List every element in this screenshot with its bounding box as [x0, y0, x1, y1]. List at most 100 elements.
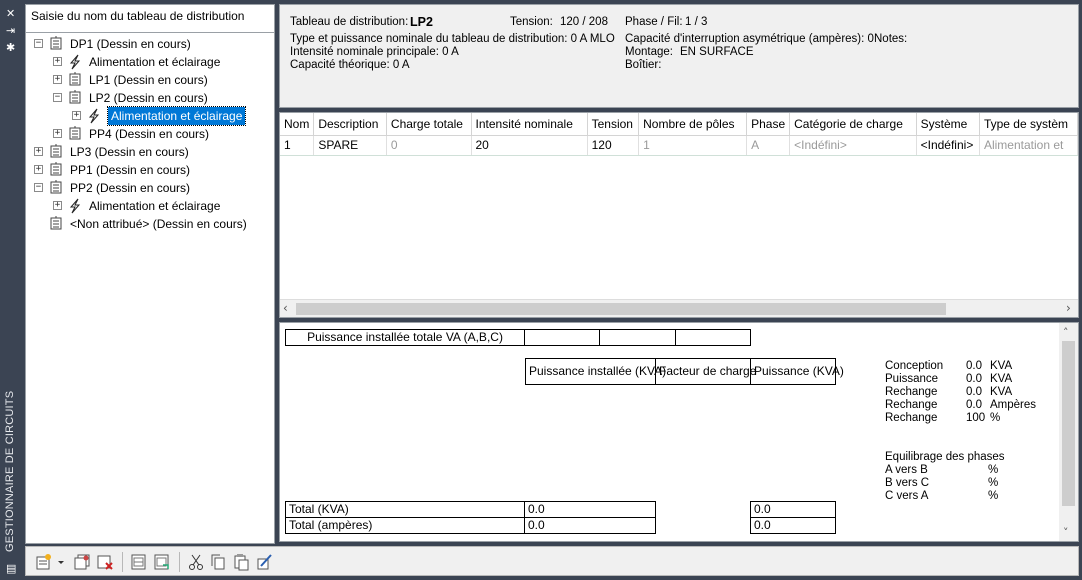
- tree-item-panel[interactable]: − PP2 (Dessin en cours): [26, 179, 274, 197]
- table-cell[interactable]: 20: [471, 135, 588, 156]
- scroll-down-icon[interactable]: ˅: [1063, 526, 1069, 539]
- new-panel-icon[interactable]: [35, 553, 53, 571]
- installed-total-c: [675, 329, 751, 346]
- horizontal-scrollbar[interactable]: ‹ ›: [280, 299, 1078, 317]
- panel-icon: [68, 90, 82, 104]
- expand-icon[interactable]: +: [53, 129, 62, 138]
- scroll-left-icon[interactable]: ‹: [283, 301, 288, 315]
- stat-value: 0.0: [966, 360, 982, 372]
- column-header[interactable]: Nombre de pôles: [638, 113, 748, 136]
- total-amp-label: Total (ampères): [285, 517, 525, 534]
- schedule-update-icon[interactable]: [153, 553, 171, 571]
- edit-properties-icon[interactable]: [255, 553, 273, 571]
- copy-panel-icon[interactable]: [73, 553, 91, 571]
- table-cell[interactable]: 1: [280, 135, 315, 156]
- tree-item-panel[interactable]: <Non attribué> (Dessin en cours): [26, 215, 274, 233]
- cut-icon[interactable]: [187, 553, 205, 571]
- table-cell[interactable]: 1: [638, 135, 748, 156]
- horizontal-scroll-thumb[interactable]: [296, 303, 946, 315]
- paste-icon[interactable]: [232, 553, 250, 571]
- stat-unit: KVA: [990, 373, 1013, 385]
- settings-icon[interactable]: ✱: [6, 42, 15, 53]
- delete-panel-icon[interactable]: [96, 553, 114, 571]
- tree-item-power-lighting[interactable]: + Alimentation et éclairage: [26, 197, 274, 215]
- tree-item-label: DP1 (Dessin en cours): [70, 37, 191, 51]
- auto-hide-icon[interactable]: ⇥: [6, 25, 15, 36]
- balance-label: A vers B: [885, 464, 928, 476]
- expand-icon[interactable]: +: [53, 57, 62, 66]
- tension-label: Tension:: [510, 16, 553, 28]
- collapse-icon[interactable]: −: [34, 39, 43, 48]
- column-header[interactable]: Nom: [280, 113, 315, 136]
- panel-tree: Saisie du nom du tableau de distribution…: [25, 4, 275, 544]
- panel-name-search-input[interactable]: Saisie du nom du tableau de distribution: [26, 5, 274, 33]
- tree-item-panel[interactable]: − LP2 (Dessin en cours): [26, 89, 274, 107]
- table-cell[interactable]: SPARE: [313, 135, 387, 156]
- column-header[interactable]: Phase: [746, 113, 791, 136]
- close-icon[interactable]: ✕: [6, 8, 15, 19]
- dropdown-arrow-icon[interactable]: [56, 553, 66, 571]
- table-cell[interactable]: Alimentation et: [979, 135, 1078, 156]
- stat-value: 0.0: [966, 373, 982, 385]
- panel-icon: [49, 162, 63, 176]
- stat-label: Rechange: [885, 412, 938, 424]
- balance-label: C vers A: [885, 490, 929, 502]
- stat-label: Conception: [885, 360, 944, 372]
- total-amp-power: 0.0: [750, 517, 836, 534]
- table-cell[interactable]: <Indéfini>: [916, 135, 980, 156]
- tree-item-power-lighting[interactable]: + Alimentation et éclairage: [26, 106, 274, 126]
- schedule-icon[interactable]: [130, 553, 148, 571]
- stat-value: 0.0: [966, 399, 982, 411]
- copy-icon[interactable]: [209, 553, 227, 571]
- column-header[interactable]: Catégorie de charge: [789, 113, 917, 136]
- table-cell[interactable]: 120: [587, 135, 640, 156]
- table-cell[interactable]: <Indéfini>: [789, 135, 917, 156]
- tree-item-label: <Non attribué> (Dessin en cours): [70, 217, 247, 231]
- notes-label: Notes:: [874, 33, 908, 45]
- column-header[interactable]: Type de systèm: [979, 113, 1078, 136]
- panel-icon: [68, 126, 82, 140]
- tree-item-panel[interactable]: + LP3 (Dessin en cours): [26, 143, 274, 161]
- column-header[interactable]: Système: [916, 113, 980, 136]
- vertical-scroll-thumb[interactable]: [1062, 341, 1075, 506]
- column-header[interactable]: Intensité nominale: [471, 113, 588, 136]
- tree-item-label: LP3 (Dessin en cours): [70, 145, 189, 159]
- scroll-right-icon[interactable]: ›: [1066, 301, 1071, 315]
- tree-item-power-lighting[interactable]: + Alimentation et éclairage: [26, 53, 274, 71]
- expand-icon[interactable]: +: [34, 147, 43, 156]
- column-header[interactable]: Charge totale: [386, 113, 472, 136]
- expand-icon[interactable]: +: [53, 75, 62, 84]
- panel-info: Tableau de distribution: LP2 Tension: 12…: [279, 4, 1079, 108]
- expand-icon[interactable]: +: [53, 201, 62, 210]
- expand-icon[interactable]: +: [34, 165, 43, 174]
- table-cell[interactable]: 0: [386, 135, 472, 156]
- tree-item-panel[interactable]: − DP1 (Dessin en cours): [26, 35, 274, 53]
- collapse-icon[interactable]: −: [34, 183, 43, 192]
- stat-value: 0.0: [966, 386, 982, 398]
- column-header[interactable]: Description: [313, 113, 387, 136]
- tree-item-panel[interactable]: + PP4 (Dessin en cours): [26, 125, 274, 143]
- table-cell[interactable]: A: [746, 135, 791, 156]
- collapse-icon[interactable]: −: [53, 93, 62, 102]
- tension-value: 120 / 208: [560, 16, 608, 28]
- balance-title: Equilibrage des phases: [885, 451, 1005, 463]
- expand-icon[interactable]: +: [72, 111, 81, 120]
- vertical-scrollbar[interactable]: ˄ ˅: [1059, 323, 1078, 541]
- bottom-toolbar: [25, 546, 1079, 576]
- column-header[interactable]: Tension: [587, 113, 640, 136]
- phase-value: 1 / 3: [685, 16, 708, 28]
- main-current: Intensité nominale principale: 0 A: [290, 46, 459, 58]
- mounting-label: Montage:: [625, 46, 673, 58]
- table-row[interactable]: 1 SPARE 0 20 120 1 A <Indéfini> <Indéfini> Alimen…: [280, 135, 1078, 156]
- balance-unit: %: [988, 490, 999, 502]
- palette-title-strip: ✕ ⇥ ✱ GESTIONNAIRE DE CIRCUITS ▤: [0, 0, 24, 580]
- balance-unit: %: [988, 464, 999, 476]
- panel-icon: [49, 216, 63, 230]
- enclosure-label: Boîtier:: [625, 59, 662, 71]
- palette-menu-icon[interactable]: ▤: [6, 563, 16, 574]
- tree-item-panel[interactable]: + PP1 (Dessin en cours): [26, 161, 274, 179]
- panel-value: LP2: [410, 15, 433, 29]
- tree-item-panel[interactable]: + LP1 (Dessin en cours): [26, 71, 274, 89]
- scroll-up-icon[interactable]: ˄: [1063, 326, 1069, 339]
- tree-item-label: PP1 (Dessin en cours): [70, 163, 191, 177]
